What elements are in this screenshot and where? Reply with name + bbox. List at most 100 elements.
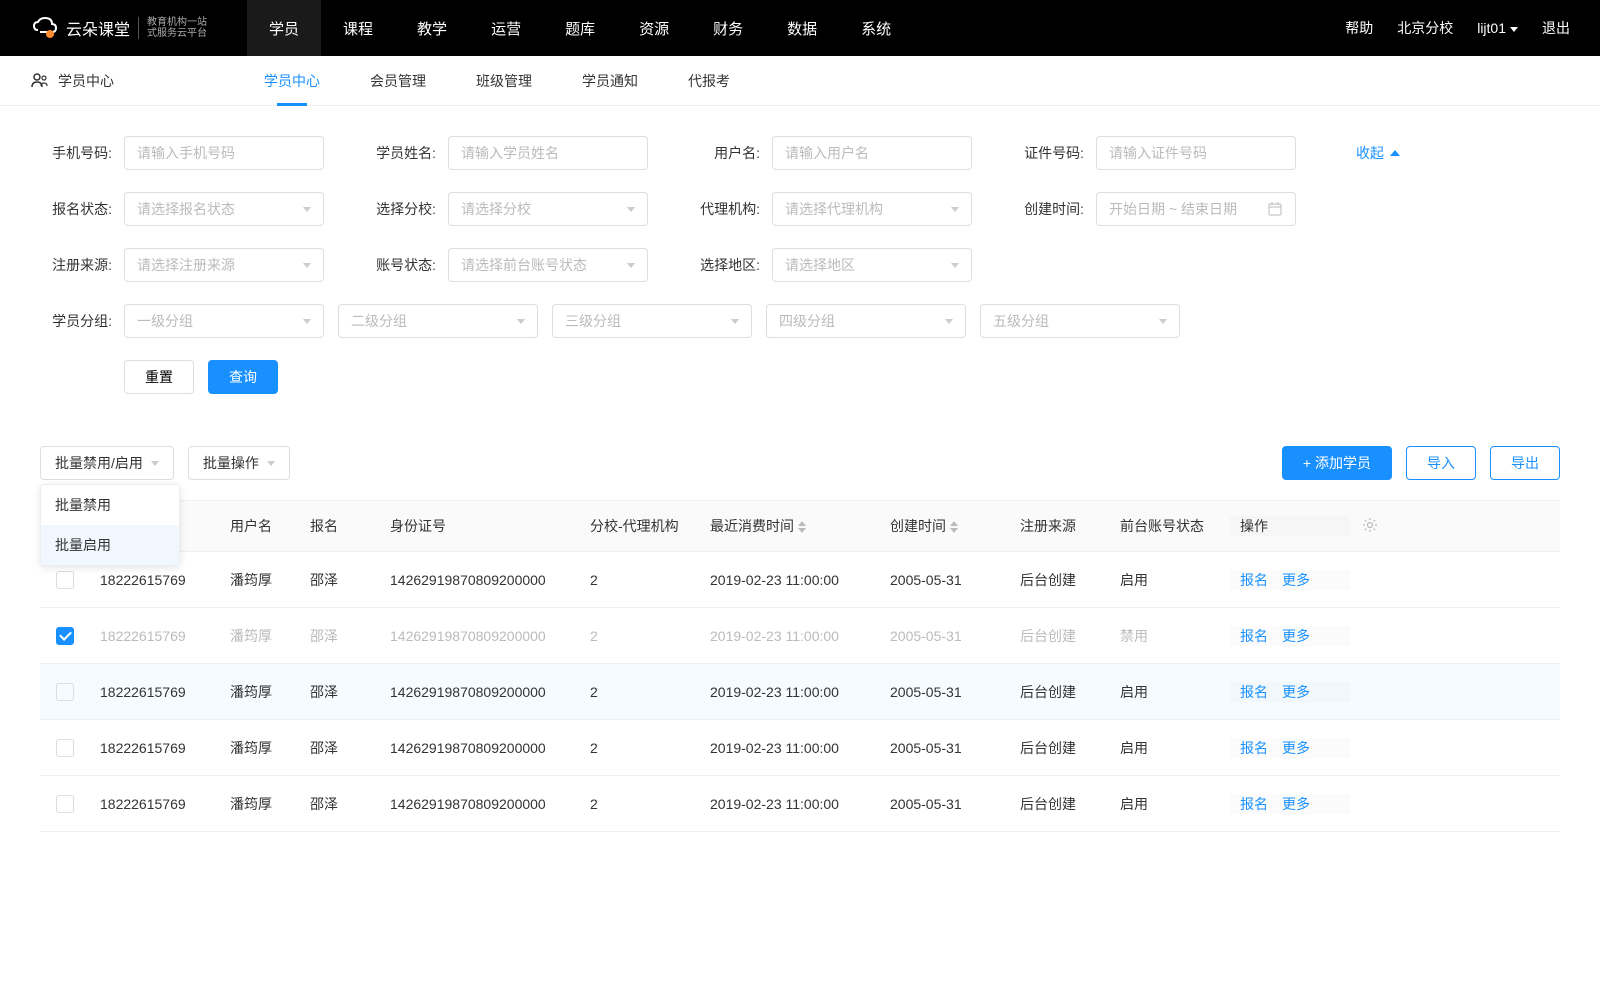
cell-branch: 2	[580, 796, 700, 812]
cell-id: 14262919870809200000	[380, 572, 580, 588]
filter-label-region: 选择地区:	[688, 255, 760, 275]
action-more[interactable]: 更多	[1282, 572, 1310, 588]
row-checkbox[interactable]	[56, 739, 74, 757]
cell-source: 后台创建	[1010, 738, 1110, 758]
subnav-item-4[interactable]: 代报考	[668, 56, 750, 106]
subnav-item-2[interactable]: 班级管理	[456, 56, 552, 106]
filter-label-group: 学员分组:	[40, 311, 112, 331]
topnav-item-2[interactable]: 教学	[395, 0, 469, 56]
action-register[interactable]: 报名	[1240, 740, 1268, 756]
col-user: 用户名	[220, 516, 300, 536]
region-select[interactable]: 请选择地区	[772, 248, 972, 282]
action-register[interactable]: 报名	[1240, 796, 1268, 812]
chevron-down-icon	[303, 319, 311, 324]
topnav-item-4[interactable]: 题库	[543, 0, 617, 56]
action-more[interactable]: 更多	[1282, 740, 1310, 756]
batch-enable-item[interactable]: 批量启用	[41, 525, 179, 565]
cell-ops: 报名更多	[1230, 626, 1350, 646]
table-row: 18222615769潘筠厚邵泽142629198708092000002201…	[40, 720, 1560, 776]
cell-branch: 2	[580, 740, 700, 756]
user-menu[interactable]: lijt01	[1477, 20, 1518, 36]
import-button[interactable]: 导入	[1406, 446, 1476, 480]
cell-consume: 2019-02-23 11:00:00	[700, 572, 880, 588]
group-select-5[interactable]: 五级分组	[980, 304, 1180, 338]
topnav-item-7[interactable]: 数据	[765, 0, 839, 56]
cell-create: 2005-05-31	[880, 796, 1010, 812]
reset-button[interactable]: 重置	[124, 360, 194, 394]
cell-source: 后台创建	[1010, 794, 1110, 814]
logout-link[interactable]: 退出	[1542, 18, 1570, 38]
topnav-item-1[interactable]: 课程	[321, 0, 395, 56]
logo-text: 云朵课堂	[66, 16, 130, 40]
sort-icon	[798, 521, 806, 533]
collapse-toggle[interactable]: 收起	[1356, 143, 1400, 163]
cell-ops: 报名更多	[1230, 794, 1350, 814]
name-input[interactable]	[448, 136, 648, 170]
chevron-down-icon	[151, 461, 159, 466]
cell-create: 2005-05-31	[880, 740, 1010, 756]
group-select-3[interactable]: 三级分组	[552, 304, 752, 338]
phone-input[interactable]	[124, 136, 324, 170]
group-select-1[interactable]: 一级分组	[124, 304, 324, 338]
action-register[interactable]: 报名	[1240, 684, 1268, 700]
table-row: 18222615769潘筠厚邵泽142629198708092000002201…	[40, 776, 1560, 832]
row-checkbox[interactable]	[56, 571, 74, 589]
chevron-down-icon	[267, 461, 275, 466]
row-checkbox[interactable]	[56, 795, 74, 813]
filter-label-name: 学员姓名:	[364, 143, 436, 163]
action-register[interactable]: 报名	[1240, 628, 1268, 644]
subnav-item-0[interactable]: 学员中心	[244, 56, 340, 106]
gear-icon[interactable]	[1362, 520, 1378, 536]
col-source: 注册来源	[1010, 516, 1110, 536]
action-register[interactable]: 报名	[1240, 572, 1268, 588]
group-select-2[interactable]: 二级分组	[338, 304, 538, 338]
cell-consume: 2019-02-23 11:00:00	[700, 684, 880, 700]
topnav-item-3[interactable]: 运营	[469, 0, 543, 56]
subnav-item-1[interactable]: 会员管理	[350, 56, 446, 106]
action-more[interactable]: 更多	[1282, 684, 1310, 700]
reg-status-select[interactable]: 请选择报名状态	[124, 192, 324, 226]
subnav-item-3[interactable]: 学员通知	[562, 56, 658, 106]
username-input[interactable]	[772, 136, 972, 170]
topnav-item-0[interactable]: 学员	[247, 0, 321, 56]
filter-label-acct-status: 账号状态:	[364, 255, 436, 275]
cell-branch: 2	[580, 684, 700, 700]
query-button[interactable]: 查询	[208, 360, 278, 394]
help-link[interactable]: 帮助	[1345, 18, 1373, 38]
batch-ops-dropdown[interactable]: 批量操作	[188, 446, 290, 480]
topnav-item-8[interactable]: 系统	[839, 0, 913, 56]
col-ops: 操作	[1230, 516, 1350, 536]
topnav-item-6[interactable]: 财务	[691, 0, 765, 56]
batch-toggle-dropdown[interactable]: 批量禁用/启用	[40, 446, 174, 480]
col-consume[interactable]: 最近消费时间	[700, 516, 880, 536]
agency-select[interactable]: 请选择代理机构	[772, 192, 972, 226]
group-select-4[interactable]: 四级分组	[766, 304, 966, 338]
export-button[interactable]: 导出	[1490, 446, 1560, 480]
add-student-button[interactable]: + 添加学员	[1282, 446, 1392, 480]
cell-user: 潘筠厚	[220, 738, 300, 758]
branch-link[interactable]: 北京分校	[1397, 18, 1453, 38]
top-nav: 云朵课堂 教育机构一站 式服务云平台 学员课程教学运营题库资源财务数据系统 帮助…	[0, 0, 1600, 56]
batch-disable-item[interactable]: 批量禁用	[41, 485, 179, 525]
col-status: 前台账号状态	[1110, 516, 1230, 536]
col-branch: 分校-代理机构	[580, 516, 700, 536]
action-more[interactable]: 更多	[1282, 796, 1310, 812]
row-checkbox[interactable]	[56, 627, 74, 645]
source-select[interactable]: 请选择注册来源	[124, 248, 324, 282]
action-more[interactable]: 更多	[1282, 628, 1310, 644]
col-create[interactable]: 创建时间	[880, 516, 1010, 536]
table-row: 18222615769潘筠厚邵泽142629198708092000002201…	[40, 552, 1560, 608]
sub-nav: 学员中心 学员中心会员管理班级管理学员通知代报考	[0, 56, 1600, 106]
create-time-picker[interactable]: 开始日期 ~ 结束日期	[1096, 192, 1296, 226]
cell-id: 14262919870809200000	[380, 684, 580, 700]
branch-select[interactable]: 请选择分校	[448, 192, 648, 226]
cell-branch: 2	[580, 628, 700, 644]
idnum-input[interactable]	[1096, 136, 1296, 170]
acct-status-select[interactable]: 请选择前台账号状态	[448, 248, 648, 282]
cell-consume: 2019-02-23 11:00:00	[700, 628, 880, 644]
filter-label-idnum: 证件号码:	[1012, 143, 1084, 163]
cell-id: 14262919870809200000	[380, 628, 580, 644]
row-checkbox[interactable]	[56, 683, 74, 701]
cell-source: 后台创建	[1010, 682, 1110, 702]
topnav-item-5[interactable]: 资源	[617, 0, 691, 56]
